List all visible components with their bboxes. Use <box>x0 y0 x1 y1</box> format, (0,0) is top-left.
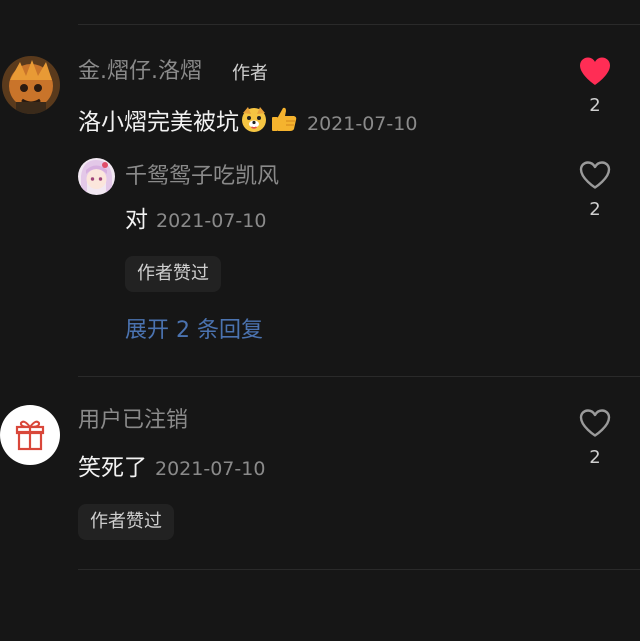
comment-text[interactable]: 洛小熠完美被坑 2021-07-10 <box>78 104 417 142</box>
comment-body: 洛小熠完美被坑 <box>78 109 239 136</box>
comment-text[interactable]: 笑死了 2021-07-10 <box>78 453 265 484</box>
avatar-image-icon <box>78 158 115 195</box>
reply-text[interactable]: 对 2021-07-10 <box>125 205 266 236</box>
comment-screen: 金.熠仔.洛熠 作者 洛小熠完美被坑 2021-07-10 2 千鸳鸳子吃凯风 … <box>0 0 640 641</box>
comment-date: 2021-07-10 <box>307 112 418 135</box>
author-liked-badge: 作者赞过 <box>125 256 221 292</box>
author-liked-badge: 作者赞过 <box>78 504 174 540</box>
avatar[interactable] <box>0 405 60 465</box>
avatar-image-icon <box>2 56 60 114</box>
comment-body: 笑死了 <box>78 455 147 481</box>
thumbs-up-emoji-icon <box>269 104 299 142</box>
comment-date: 2021-07-10 <box>155 458 266 480</box>
comment-username[interactable]: 用户已注销 <box>78 407 188 435</box>
expand-replies-link[interactable]: 展开 2 条回复 <box>125 316 263 346</box>
reply-date: 2021-07-10 <box>156 210 267 232</box>
gift-icon <box>15 420 45 451</box>
reply-avatar[interactable] <box>78 158 115 195</box>
like-button[interactable]: 2 <box>575 408 615 470</box>
like-button[interactable]: 2 <box>575 56 615 118</box>
like-count: 2 <box>589 199 601 220</box>
avatar[interactable] <box>2 56 60 114</box>
dog-face-emoji-icon <box>239 104 269 142</box>
like-count: 2 <box>589 447 601 468</box>
heart-filled-icon <box>580 57 610 85</box>
like-button[interactable]: 2 <box>575 160 615 222</box>
heart-outline-icon <box>579 161 611 189</box>
divider-bottom <box>78 569 640 570</box>
reply-body: 对 <box>125 207 148 233</box>
reply-username[interactable]: 千鸳鸳子吃凯风 <box>125 163 279 191</box>
divider-top <box>78 24 640 25</box>
comment-username[interactable]: 金.熠仔.洛熠 <box>78 58 202 86</box>
author-tag: 作者 <box>232 63 268 84</box>
like-count: 2 <box>589 95 601 116</box>
divider-middle <box>78 376 640 377</box>
heart-outline-icon <box>579 409 611 437</box>
